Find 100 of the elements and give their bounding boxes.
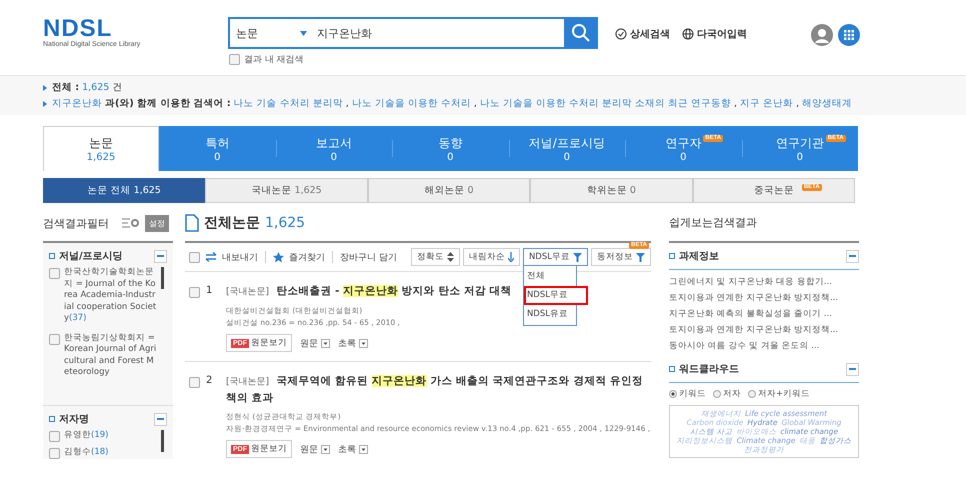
- logo-wordmark[interactable]: NDSL: [43, 17, 112, 41]
- dropdown-toggle[interactable]: 초록: [338, 442, 356, 456]
- collapse-button[interactable]: [154, 250, 167, 262]
- checkbox[interactable]: [49, 334, 60, 344]
- related-label: 과(와) 함께 이용한 검색어 :: [105, 97, 231, 110]
- funnel-icon[interactable]: [636, 252, 645, 262]
- checkbox[interactable]: [189, 287, 200, 298]
- category-tab[interactable]: 동향 0: [392, 126, 508, 171]
- subcategory-tab[interactable]: 학위논문 0: [530, 178, 693, 203]
- dropdown-toggle[interactable]: 원문: [300, 442, 318, 456]
- project-link[interactable]: 토지이용과 연계한 지구온난화 방지정책...: [669, 290, 838, 306]
- apps-icon[interactable]: [838, 24, 860, 46]
- panel-title: 쉽게보는검색결과: [669, 215, 758, 231]
- collapse-button[interactable]: [846, 250, 859, 262]
- category-tab[interactable]: 저널/프로시딩 0: [508, 126, 625, 171]
- filter-option[interactable]: 한국농림기상학회지 = Korean Journal of Agricultural and Forest Meteorology: [64, 332, 157, 378]
- square-bullet-icon: [669, 253, 675, 259]
- dropdown-toggle[interactable]: 원문: [300, 336, 318, 350]
- checkbox[interactable]: [49, 431, 60, 442]
- result-number: 1: [206, 285, 214, 296]
- collapse-button[interactable]: [846, 362, 859, 376]
- caret-icon[interactable]: [321, 338, 330, 348]
- results-count: 1,625: [265, 215, 306, 231]
- total-unit: 건: [112, 81, 122, 94]
- result-title[interactable]: [국내논문] 탄소배출권 - 지구온난화 방지와 탄소 저감 대책: [226, 283, 512, 300]
- radio-label: 저자+키워드: [758, 388, 810, 400]
- search-button[interactable]: [564, 17, 598, 49]
- search-icon: [571, 23, 591, 43]
- toolbar-link[interactable]: 즐겨찾기: [289, 250, 325, 264]
- related-term-link[interactable]: 지구 온난화: [740, 97, 794, 110]
- section-title: 저널/프로시딩: [59, 250, 124, 263]
- result-title[interactable]: [국내논문] 국제무역에 함유된 지구온난화 가스 배출의 국제연관구조와 경제적 유인정책의 효과: [226, 373, 651, 406]
- header-link[interactable]: 다국어입력: [697, 27, 747, 41]
- square-bullet-icon: [49, 416, 55, 422]
- swap-arrows-icon[interactable]: [205, 252, 217, 262]
- select-all-checkbox[interactable]: [189, 252, 200, 262]
- separator: ,: [474, 98, 477, 109]
- total-label: 전체 :: [52, 81, 80, 94]
- related-term-link[interactable]: 나노 기술을 이용한 수처리 분리막 소재의 최근 연구동향: [480, 97, 732, 110]
- project-link[interactable]: 동아시아 여름 강수 및 겨울 온도의 ...: [669, 338, 820, 354]
- separator: ,: [346, 98, 349, 109]
- radio-button[interactable]: [713, 390, 721, 398]
- filter-option[interactable]: 한국산학기술학회논문지 = Journal of the Korea Academia-Industrial cooperation Society(37): [64, 267, 157, 324]
- caret-icon[interactable]: [359, 444, 368, 454]
- section-title: 워드클라우드: [679, 363, 740, 376]
- toolbar-link[interactable]: 장바구니 담기: [340, 250, 397, 264]
- square-bullet-icon: [669, 366, 675, 372]
- scrollbar[interactable]: [161, 430, 164, 452]
- filter-option[interactable]: 김형수(18): [64, 447, 108, 458]
- separator: ,: [734, 98, 738, 109]
- toolbar-link[interactable]: 내보내기: [222, 250, 258, 264]
- avatar-icon[interactable]: [811, 24, 833, 46]
- caret-icon[interactable]: [359, 338, 368, 348]
- project-link[interactable]: 지구온난화 예측의 불확실성을 줄이기 ...: [669, 306, 832, 322]
- checkbox[interactable]: [49, 448, 60, 459]
- category-tab[interactable]: 보고서 0: [276, 126, 392, 171]
- related-term-link[interactable]: 해양생태계: [802, 97, 852, 110]
- caret-icon[interactable]: [321, 444, 330, 454]
- result-number: 2: [206, 375, 214, 386]
- radio-button[interactable]: [669, 390, 677, 398]
- funnel-icon[interactable]: [573, 252, 582, 262]
- sort-arrows-icon[interactable]: [446, 252, 454, 262]
- related-term-link[interactable]: 나노 기술 수처리 분리막: [234, 97, 343, 110]
- total-count: 1,625: [82, 82, 110, 93]
- filter-title: 검색결과필터: [43, 216, 109, 230]
- project-link[interactable]: 그린에너지 및 지구온난화 대응 융합기...: [669, 274, 832, 290]
- globe-icon[interactable]: [682, 28, 694, 40]
- search-keyword: 지구온난화: [52, 97, 102, 110]
- subcategory-tab[interactable]: 해외논문 0: [368, 178, 530, 203]
- filter-settings-icon[interactable]: [122, 216, 140, 230]
- dropdown-toggle[interactable]: 초록: [338, 336, 356, 350]
- category-tab[interactable]: 특허 0: [159, 126, 276, 171]
- checkbox[interactable]: [49, 268, 60, 279]
- checkbox-label: 결과 내 재검색: [244, 54, 304, 66]
- star-icon[interactable]: [273, 252, 284, 262]
- collapse-button[interactable]: [154, 412, 167, 426]
- settings-button[interactable]: 설정: [145, 214, 169, 232]
- related-term-link[interactable]: 나노 기술을 이용한 수처리: [352, 97, 471, 110]
- filter-option[interactable]: 유영한(19): [64, 430, 108, 442]
- radio-button[interactable]: [748, 390, 756, 398]
- scrollbar[interactable]: [161, 267, 164, 289]
- section-title: 과제정보: [679, 250, 720, 263]
- project-link[interactable]: 토지이용과 연계한 지구온난화 방지정책...: [669, 322, 838, 338]
- checkbox[interactable]: [229, 54, 240, 65]
- checkbox[interactable]: [189, 377, 200, 388]
- check-circle-icon[interactable]: [615, 28, 627, 40]
- subcategory-tab[interactable]: 국내논문 1,625: [205, 178, 368, 203]
- header-link[interactable]: 상세검색: [630, 27, 670, 41]
- document-icon: [185, 214, 199, 232]
- subcategory-tab[interactable]: 논문 전체 1,625: [43, 178, 206, 203]
- caret-icon: [300, 30, 307, 36]
- down-arrow-icon[interactable]: [508, 252, 514, 262]
- category-dropdown[interactable]: 논문: [228, 17, 313, 49]
- bullet-icon: [43, 100, 47, 106]
- section-title: 저자명: [59, 413, 90, 426]
- radio-label: 저자: [723, 388, 741, 400]
- results-title: 전체논문: [204, 214, 260, 232]
- category-tab[interactable]: 논문 1,625: [43, 126, 159, 171]
- dropdown-option[interactable]: NDSL무료: [524, 286, 588, 305]
- separator: ,: [796, 98, 800, 109]
